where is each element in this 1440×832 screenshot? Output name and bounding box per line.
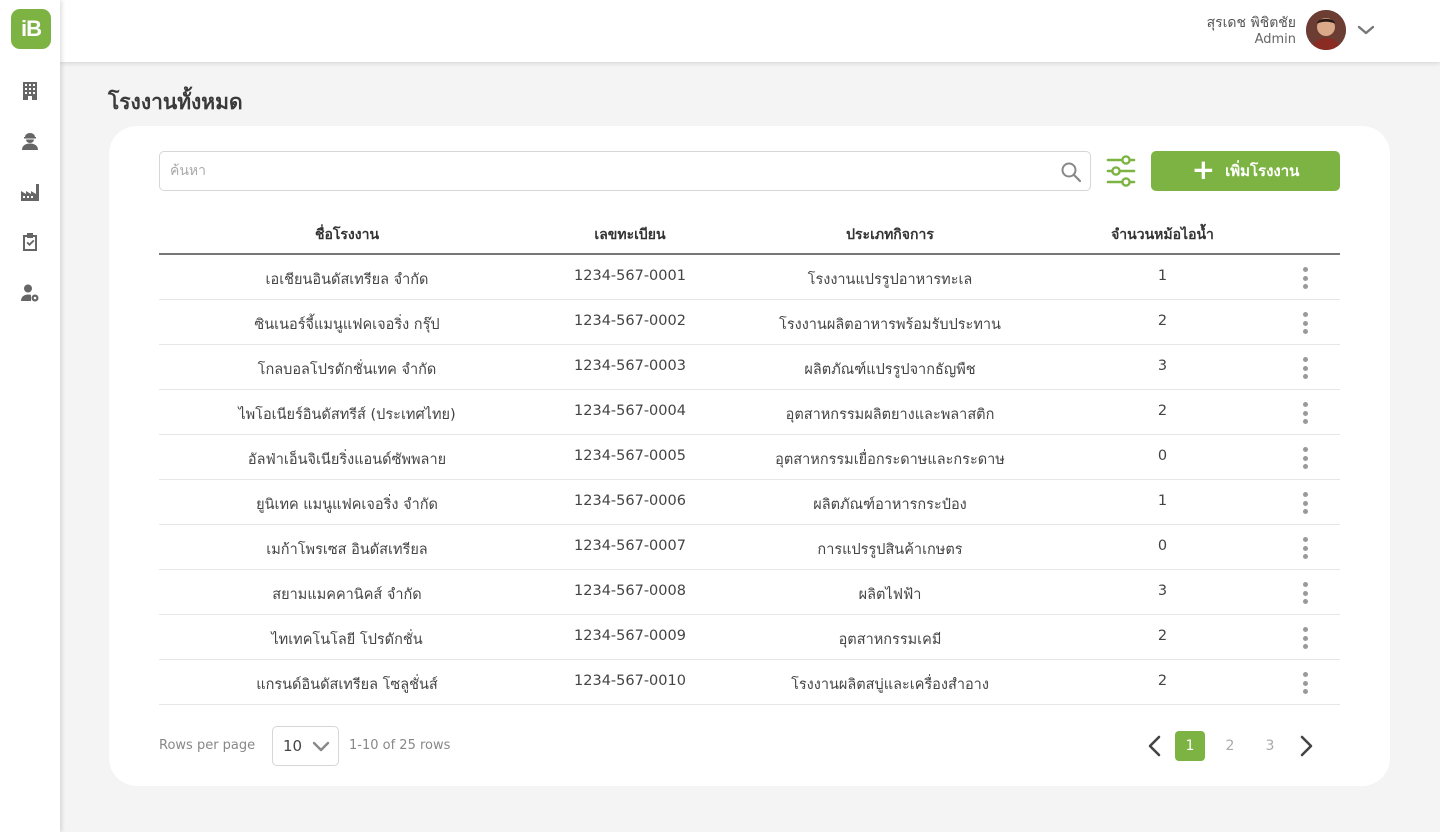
table-row[interactable]: ไทเทคโนโลยี โปรดักชั่น 1234-567-0009 อุตสา… — [159, 615, 1340, 660]
boiler-count-cell: 2 — [1157, 403, 1168, 419]
factory-name-cell: เอเชียนอินดัสเทรียล จำกัด — [265, 272, 429, 288]
boiler-count-cell: 2 — [1157, 313, 1168, 329]
clipboard-check-icon[interactable] — [19, 231, 41, 253]
filter-sliders-icon[interactable] — [1106, 155, 1136, 187]
search-input[interactable] — [170, 152, 1040, 190]
factory-name-cell: โกลบอลโปรดักชั่นเทค จำกัด — [257, 362, 437, 378]
business-type-cell: อุตสาหกรรมเยื่อกระดาษและกระดาษ — [775, 452, 1005, 468]
table-row[interactable]: อัลฟ่าเอ็นจิเนียริ่งแอนด์ซัพพลาย 1234-567… — [159, 435, 1340, 480]
boiler-count-cell: 2 — [1157, 628, 1168, 644]
table-row[interactable]: โกลบอลโปรดักชั่นเทค จำกัด 1234-567-0003 ผล… — [159, 345, 1340, 390]
search-icon[interactable] — [1060, 161, 1082, 183]
boiler-count-cell: 3 — [1157, 358, 1168, 374]
add-factory-label: เพิ่มโรงงาน — [1225, 162, 1300, 180]
more-options-icon[interactable] — [1297, 626, 1313, 650]
table-row[interactable]: ยูนิเทค แมนูแฟคเจอริ่ง จำกัด 1234-567-000… — [159, 480, 1340, 525]
boiler-count-cell: 3 — [1157, 583, 1168, 599]
page-button-2[interactable]: 2 — [1215, 731, 1245, 761]
factories-table: ชื่อโรงงาน เลขทะเบียน ประเภทกิจการ จำนวน… — [159, 210, 1340, 705]
factory-name-cell: เมก้าโพรเซส อินดัสเทรียล — [266, 542, 428, 558]
registration-cell: 1234-567-0003 — [574, 358, 686, 374]
column-header-registration[interactable]: เลขทะเบียน — [535, 224, 725, 246]
registration-cell: 1234-567-0001 — [574, 268, 686, 284]
table-body: เอเชียนอินดัสเทรียล จำกัด 1234-567-0001 โร… — [159, 255, 1340, 705]
more-options-icon[interactable] — [1297, 311, 1313, 335]
table-row[interactable]: สยามแมคคานิคส์ จำกัด 1234-567-0008 ผลิตไฟฟ… — [159, 570, 1340, 615]
business-type-cell: ผลิตไฟฟ้า — [858, 587, 922, 603]
registration-cell: 1234-567-0004 — [574, 403, 686, 419]
sidebar: iB — [0, 0, 60, 832]
registration-cell: 1234-567-0002 — [574, 313, 686, 329]
page-button-1[interactable]: 1 — [1175, 731, 1205, 761]
factory-name-cell: แกรนด์อินดัสเทรียล โซลูชั่นส์ — [256, 677, 438, 693]
pagination-range: 1-10 of 25 rows — [349, 738, 451, 753]
table-header: ชื่อโรงงาน เลขทะเบียน ประเภทกิจการ จำนวน… — [159, 210, 1340, 255]
column-header-business-type[interactable]: ประเภทกิจการ — [725, 224, 1055, 246]
avatar[interactable] — [1306, 10, 1346, 50]
factory-name-cell: ไพโอเนียร์อินดัสทรีส์ (ประเทศไทย) — [238, 407, 456, 423]
business-type-cell: อุตสาหกรรมผลิตยางและพลาสติก — [785, 407, 995, 423]
registration-cell: 1234-567-0008 — [574, 583, 686, 599]
business-type-cell: โรงงานผลิตอาหารพร้อมรับประทาน — [779, 317, 1001, 333]
boiler-count-cell: 1 — [1157, 268, 1168, 284]
boiler-count-cell: 0 — [1157, 538, 1168, 554]
registration-cell: 1234-567-0006 — [574, 493, 686, 509]
factory-name-cell: สยามแมคคานิคส์ จำกัด — [272, 587, 422, 603]
more-options-icon[interactable] — [1297, 536, 1313, 560]
user-settings-icon[interactable] — [19, 282, 41, 304]
factory-icon[interactable] — [19, 181, 41, 203]
factory-name-cell: ซินเนอร์จี้แมนูแฟคเจอริ่ง กรุ๊ป — [254, 317, 440, 333]
more-options-icon[interactable] — [1297, 491, 1313, 515]
boiler-count-cell: 2 — [1157, 673, 1168, 689]
registration-cell: 1234-567-0007 — [574, 538, 686, 554]
plus-icon: + — [1191, 152, 1216, 186]
page-button-3[interactable]: 3 — [1255, 731, 1285, 761]
factories-card: + เพิ่มโรงงาน ชื่อโรงงาน เลขทะเบียน ประเ… — [109, 126, 1390, 786]
top-header: สุรเดช พิชิตชัย Admin — [60, 0, 1440, 62]
more-options-icon[interactable] — [1297, 671, 1313, 695]
rows-per-page-value: 10 — [283, 737, 303, 755]
factory-name-cell: ยูนิเทค แมนูแฟคเจอริ่ง จำกัด — [256, 497, 438, 513]
user-role: Admin — [1254, 32, 1296, 47]
add-factory-button[interactable]: + เพิ่มโรงงาน — [1151, 151, 1340, 191]
chevron-down-icon[interactable] — [1356, 20, 1376, 40]
boiler-count-cell: 0 — [1157, 448, 1168, 464]
table-row[interactable]: ซินเนอร์จี้แมนูแฟคเจอริ่ง กรุ๊ป 1234-567-… — [159, 300, 1340, 345]
search-box — [159, 151, 1091, 191]
business-type-cell: อุตสาหกรรมเคมี — [838, 632, 942, 648]
app-logo[interactable]: iB — [11, 9, 51, 49]
business-type-cell: ผลิตภัณฑ์อาหารกระป๋อง — [813, 497, 967, 513]
table-row[interactable]: ไพโอเนียร์อินดัสทรีส์ (ประเทศไทย) 1234-56… — [159, 390, 1340, 435]
user-name: สุรเดช พิชิตชัย — [1206, 15, 1296, 31]
registration-cell: 1234-567-0010 — [574, 673, 686, 689]
more-options-icon[interactable] — [1297, 356, 1313, 380]
worker-icon[interactable] — [19, 130, 41, 152]
registration-cell: 1234-567-0005 — [574, 448, 686, 464]
more-options-icon[interactable] — [1297, 581, 1313, 605]
more-options-icon[interactable] — [1297, 401, 1313, 425]
building-icon[interactable] — [19, 80, 41, 102]
business-type-cell: โรงงานผลิตสบู่และเครื่องสำอาง — [791, 677, 989, 693]
table-row[interactable]: เมก้าโพรเซส อินดัสเทรียล 1234-567-0007 การ… — [159, 525, 1340, 570]
chevron-right-icon[interactable] — [1296, 733, 1316, 759]
registration-cell: 1234-567-0009 — [574, 628, 686, 644]
chevron-left-icon[interactable] — [1145, 733, 1165, 759]
factory-name-cell: ไทเทคโนโลยี โปรดักชั่น — [271, 632, 423, 648]
more-options-icon[interactable] — [1297, 266, 1313, 290]
business-type-cell: โรงงานแปรรูปอาหารทะเล — [807, 272, 973, 288]
table-row[interactable]: แกรนด์อินดัสเทรียล โซลูชั่นส์ 1234-567-00… — [159, 660, 1340, 705]
page-title: โรงงานทั้งหมด — [108, 90, 243, 114]
chevron-down-icon — [312, 741, 330, 752]
more-options-icon[interactable] — [1297, 446, 1313, 470]
factory-name-cell: อัลฟ่าเอ็นจิเนียริ่งแอนด์ซัพพลาย — [247, 452, 447, 468]
column-header-name[interactable]: ชื่อโรงงาน — [159, 224, 535, 246]
rows-per-page-label: Rows per page — [159, 738, 256, 753]
table-row[interactable]: เอเชียนอินดัสเทรียล จำกัด 1234-567-0001 โร… — [159, 255, 1340, 300]
rows-per-page-select[interactable]: 10 — [272, 726, 339, 766]
boiler-count-cell: 1 — [1157, 493, 1168, 509]
column-header-boiler-count[interactable]: จำนวนหม้อไอน้ำ — [1055, 224, 1270, 246]
business-type-cell: การแปรรูปสินค้าเกษตร — [817, 542, 963, 558]
business-type-cell: ผลิตภัณฑ์แปรรูปจากธัญพืช — [804, 362, 976, 378]
